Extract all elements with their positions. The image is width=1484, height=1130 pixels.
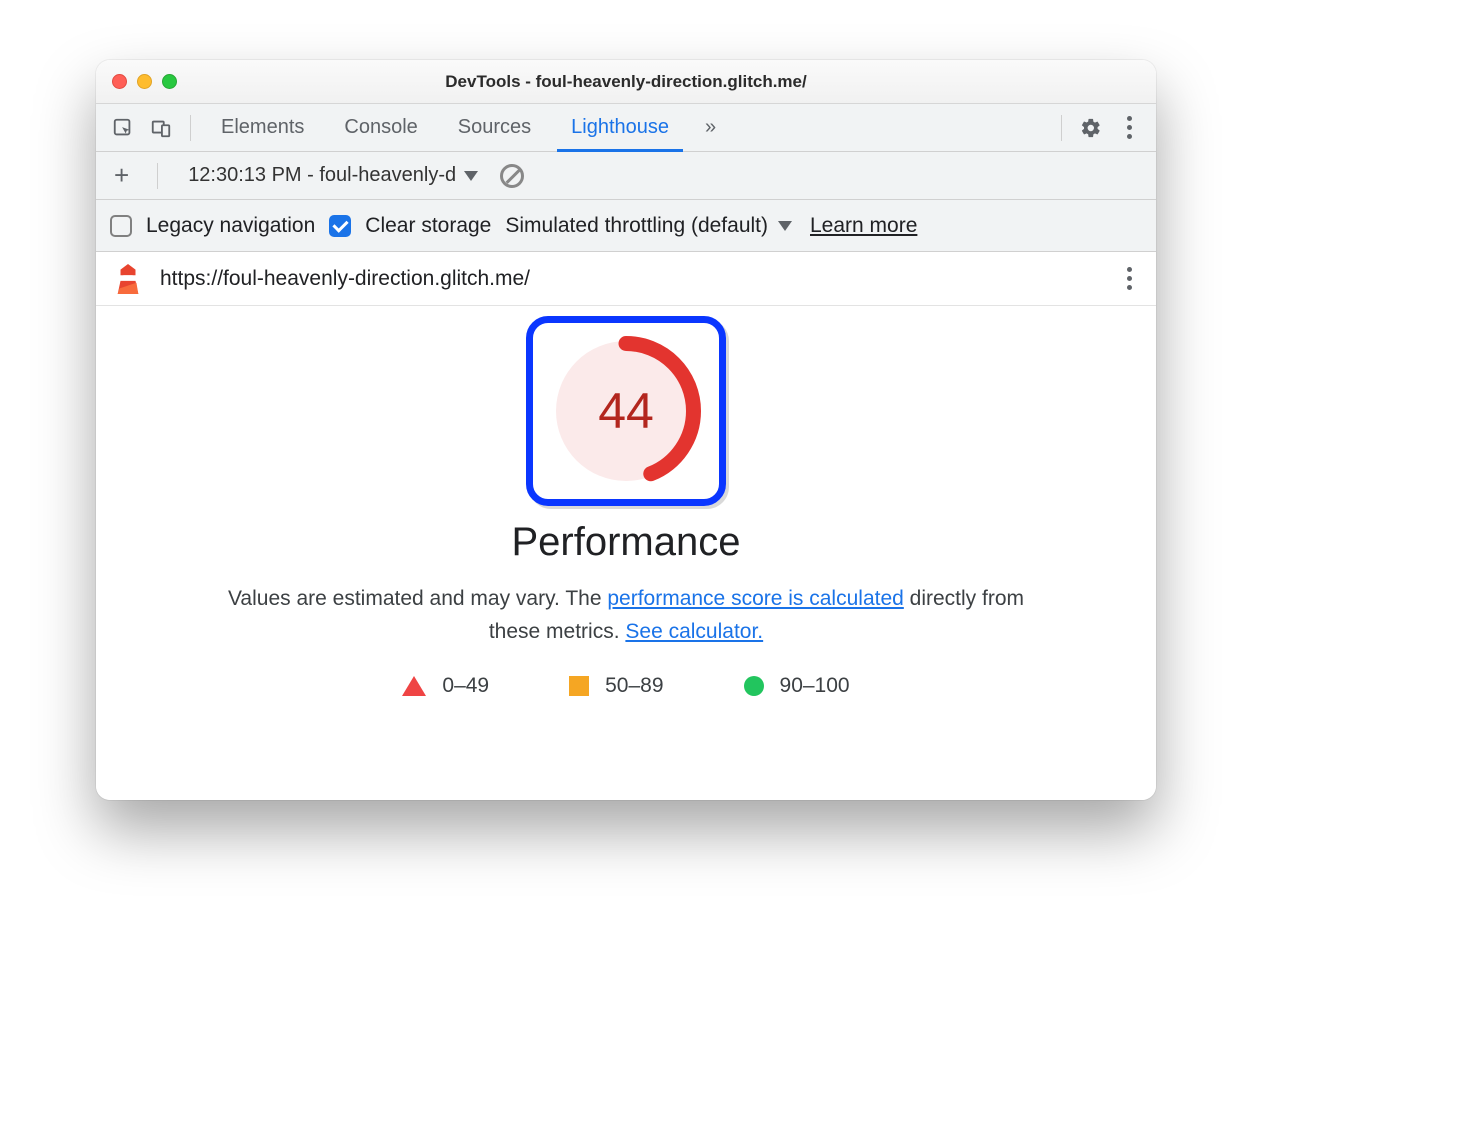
device-toolbar-icon[interactable] <box>144 111 178 145</box>
tab-lighthouse[interactable]: Lighthouse <box>553 104 687 151</box>
score-gauge-highlight: 44 <box>526 316 726 506</box>
divider <box>157 163 158 189</box>
report-selector-dropdown[interactable]: 12:30:13 PM - foul-heavenly-d <box>180 164 486 187</box>
minimize-window-button[interactable] <box>137 74 152 89</box>
window-controls <box>96 74 177 89</box>
lighthouse-logo-icon <box>114 264 142 294</box>
legend-average-label: 50–89 <box>605 674 663 698</box>
devtools-tabstrip: Elements Console Sources Lighthouse » <box>96 104 1156 152</box>
legacy-navigation-checkbox[interactable] <box>110 215 132 237</box>
see-calculator-link[interactable]: See calculator. <box>625 620 763 643</box>
inspect-element-icon[interactable] <box>106 111 140 145</box>
score-calc-link[interactable]: performance score is calculated <box>607 587 903 610</box>
new-report-button[interactable]: + <box>108 160 135 191</box>
lighthouse-toolbar: + 12:30:13 PM - foul-heavenly-d <box>96 152 1156 200</box>
report-menu-button[interactable] <box>1121 261 1138 296</box>
score-description: Values are estimated and may vary. The p… <box>216 583 1036 648</box>
legend-good: 90–100 <box>744 674 850 698</box>
throttling-dropdown[interactable]: Simulated throttling (default) <box>505 214 792 238</box>
tab-console[interactable]: Console <box>326 104 435 151</box>
more-menu-icon[interactable] <box>1112 111 1146 145</box>
report-selector-label: 12:30:13 PM - foul-heavenly-d <box>188 164 456 187</box>
legend-poor: 0–49 <box>402 674 489 698</box>
category-title: Performance <box>512 520 741 565</box>
triangle-icon <box>402 676 426 696</box>
lighthouse-options-bar: Legacy navigation Clear storage Simulate… <box>96 200 1156 252</box>
tab-elements[interactable]: Elements <box>203 104 322 151</box>
performance-score-gauge: 44 <box>551 336 701 486</box>
legend-average: 50–89 <box>569 674 663 698</box>
settings-gear-icon[interactable] <box>1074 111 1108 145</box>
desc-text: Values are estimated and may vary. The <box>228 587 607 610</box>
square-icon <box>569 676 589 696</box>
score-legend: 0–49 50–89 90–100 <box>402 674 849 698</box>
devtools-window: DevTools - foul-heavenly-direction.glitc… <box>96 60 1156 800</box>
window-title: DevTools - foul-heavenly-direction.glitc… <box>96 72 1156 92</box>
window-titlebar: DevTools - foul-heavenly-direction.glitc… <box>96 60 1156 104</box>
report-url-bar: https://foul-heavenly-direction.glitch.m… <box>96 252 1156 306</box>
dropdown-caret-icon <box>778 221 792 231</box>
close-window-button[interactable] <box>112 74 127 89</box>
performance-score-value: 44 <box>551 336 701 486</box>
report-url-text: https://foul-heavenly-direction.glitch.m… <box>160 267 1103 291</box>
legend-poor-label: 0–49 <box>442 674 489 698</box>
learn-more-link[interactable]: Learn more <box>810 214 917 238</box>
clear-storage-checkbox[interactable] <box>329 215 351 237</box>
maximize-window-button[interactable] <box>162 74 177 89</box>
more-tabs-button[interactable]: » <box>691 116 730 139</box>
clear-all-icon[interactable] <box>500 164 524 188</box>
legend-good-label: 90–100 <box>780 674 850 698</box>
clear-storage-label: Clear storage <box>365 214 491 238</box>
divider <box>1061 115 1062 141</box>
dropdown-caret-icon <box>464 171 478 181</box>
tab-sources[interactable]: Sources <box>440 104 549 151</box>
legacy-navigation-label: Legacy navigation <box>146 214 315 238</box>
throttling-label: Simulated throttling (default) <box>505 214 768 238</box>
circle-icon <box>744 676 764 696</box>
divider <box>190 115 191 141</box>
lighthouse-report-body: 44 Performance Values are estimated and … <box>96 306 1156 800</box>
